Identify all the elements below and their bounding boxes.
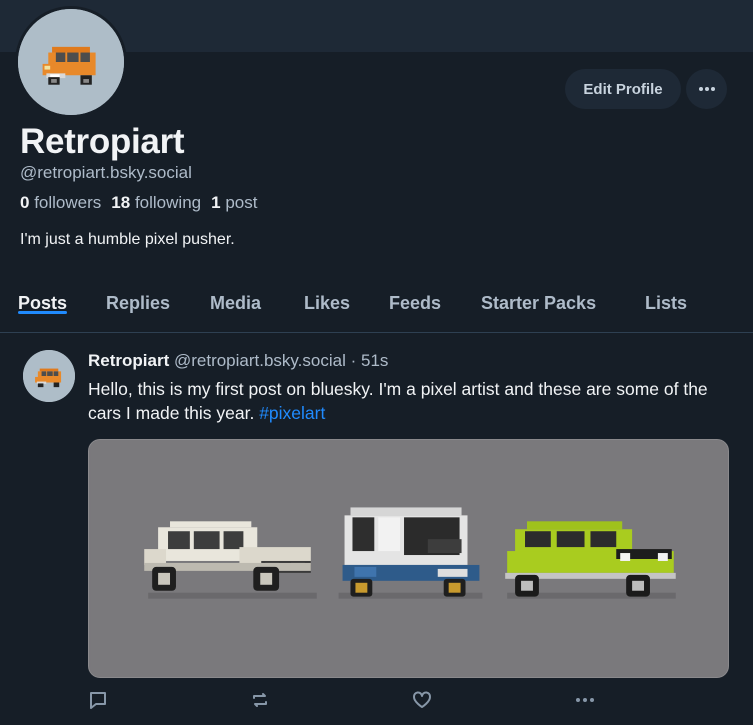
hashtag-link[interactable]: #pixelart [259,403,325,423]
followers-link[interactable]: 0 followers [20,193,101,213]
post-header: Retropiart @retropiart.bsky.social · 51s [88,351,388,371]
following-link[interactable]: 18 following [111,193,201,213]
post-image[interactable] [88,439,729,678]
pixel-cars-image [90,440,727,677]
tab-media[interactable]: Media [210,282,261,314]
ellipsis-icon [698,87,715,91]
like-icon[interactable] [411,689,433,711]
posts-count: 1 [211,193,221,212]
profile-bio: I'm just a humble pixel pusher. [20,231,235,248]
profile-more-button[interactable] [686,69,727,109]
tab-lists[interactable]: Lists [645,282,687,314]
orange-car-avatar-icon [18,9,124,115]
post-timestamp[interactable]: 51s [361,351,388,370]
followers-count: 0 [20,193,30,212]
post-author-handle[interactable]: @retropiart.bsky.social [174,351,346,370]
tab-likes[interactable]: Likes [304,282,350,314]
posts-label: post [225,193,258,212]
followers-label: followers [34,193,102,212]
profile-tabs: Posts Replies Media Likes Feeds Starter … [0,282,753,333]
orange-car-avatar-icon [23,350,75,402]
post-body: Hello, this is my first post on bluesky.… [88,377,728,425]
post-author-avatar[interactable] [23,350,75,402]
post-text: Hello, this is my first post on bluesky.… [88,379,708,423]
profile-display-name: Retropiart [20,122,185,161]
profile-handle: @retropiart.bsky.social [20,163,192,182]
post-author-name[interactable]: Retropiart [88,351,169,370]
repost-icon[interactable] [249,689,271,711]
edit-profile-button[interactable]: Edit Profile [565,69,681,109]
reply-icon[interactable] [87,689,109,711]
tab-posts[interactable]: Posts [18,282,68,314]
feed-post[interactable]: Retropiart @retropiart.bsky.social · 51s… [0,333,753,725]
more-icon[interactable] [574,689,596,711]
profile-stats: 0 followers 18 following 1 post [20,193,257,213]
following-count: 18 [111,193,131,212]
posts-stat: 1 post [211,193,257,213]
profile-avatar[interactable] [15,6,127,118]
following-label: following [134,193,202,212]
tab-starter-packs[interactable]: Starter Packs [481,282,596,314]
tab-feeds[interactable]: Feeds [389,282,441,314]
post-separator: · [350,351,357,370]
tab-replies[interactable]: Replies [106,282,170,314]
